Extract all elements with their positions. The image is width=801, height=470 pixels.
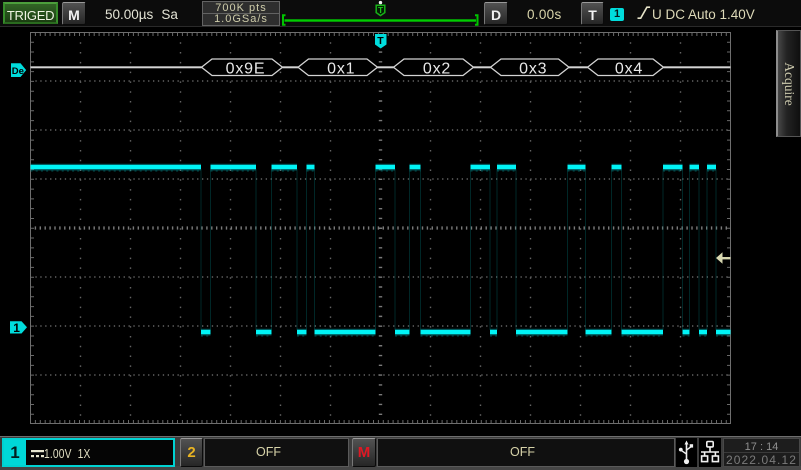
svg-text:T: T xyxy=(377,35,384,47)
svg-text:0x9E: 0x9E xyxy=(226,61,266,78)
svg-text:0x2: 0x2 xyxy=(423,61,451,78)
svg-text:De: De xyxy=(12,66,24,77)
svg-text:0x4: 0x4 xyxy=(615,61,643,78)
svg-text:0x1: 0x1 xyxy=(327,61,355,78)
svg-text:0x3: 0x3 xyxy=(519,61,547,78)
svg-text:1: 1 xyxy=(13,321,20,335)
